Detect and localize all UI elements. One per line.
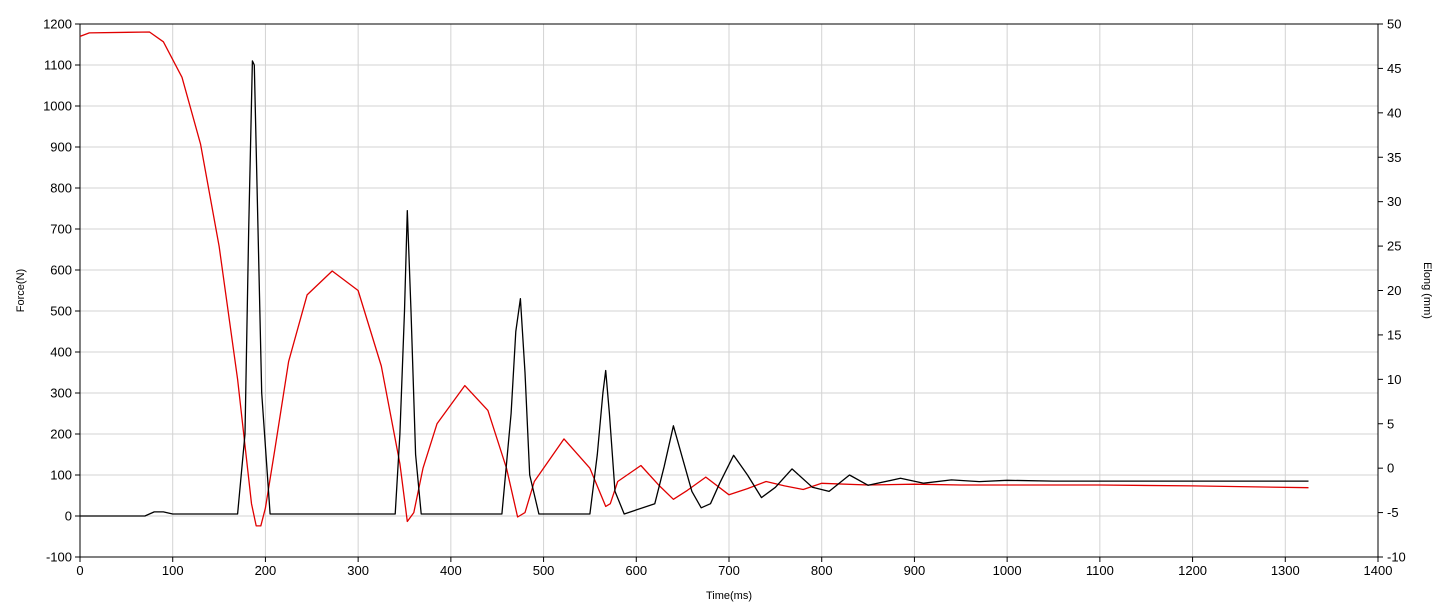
y-tick-label: 900 <box>50 140 72 155</box>
x-tick-label: 800 <box>811 563 833 578</box>
x-tick-label: 1200 <box>1178 563 1207 578</box>
x-axis-label: Time(ms) <box>706 590 752 602</box>
y-tick-label: 0 <box>65 509 72 524</box>
y2-tick-label: -10 <box>1387 550 1406 565</box>
y2-tick-label: 15 <box>1387 327 1401 342</box>
y-tick-label: -100 <box>46 550 72 565</box>
y2-tick-label: -5 <box>1387 505 1399 520</box>
y-tick-label: 700 <box>50 222 72 237</box>
y2-tick-label: 20 <box>1387 283 1401 298</box>
y2-tick-label: 0 <box>1387 461 1394 476</box>
chart-canvas: 0 100 200 300 400 500 600 700 800 900 1000 1100 1200… <box>0 0 1445 608</box>
y2-axis-label: Elong (mm) <box>1421 262 1433 319</box>
x-tick-label: 1100 <box>1086 563 1114 578</box>
x-tick-label: 300 <box>347 563 369 578</box>
y-tick-label: 300 <box>50 386 72 401</box>
y2-tick-label: 5 <box>1387 416 1394 431</box>
x-tick-label: 700 <box>718 563 740 578</box>
y2-tick-label: 40 <box>1387 105 1401 120</box>
y-tick-label: 1100 <box>44 58 72 73</box>
chart-background <box>0 0 1445 608</box>
x-tick-label: 0 <box>76 563 83 578</box>
x-tick-label: 1000 <box>993 563 1022 578</box>
x-tick-label: 200 <box>255 563 277 578</box>
y-tick-label: 1200 <box>43 17 72 32</box>
y2-tick-label: 30 <box>1387 194 1401 209</box>
x-tick-label: 400 <box>440 563 462 578</box>
x-tick-label: 900 <box>904 563 926 578</box>
y2-tick-label: 45 <box>1387 61 1401 76</box>
y-tick-label: 200 <box>50 427 72 442</box>
y-tick-label: 400 <box>50 345 72 360</box>
y-tick-label: 100 <box>50 468 72 483</box>
x-tick-label: 100 <box>162 563 184 578</box>
y2-tick-label: 10 <box>1387 372 1401 387</box>
x-tick-label: 1400 <box>1364 563 1393 578</box>
x-tick-label: 600 <box>625 563 647 578</box>
y-tick-label: 1000 <box>43 99 72 114</box>
y-axis-label: Force(N) <box>15 269 27 312</box>
y-tick-label: 600 <box>50 263 72 278</box>
y2-tick-label: 35 <box>1387 150 1401 165</box>
x-tick-label: 500 <box>533 563 555 578</box>
y2-tick-label: 50 <box>1387 17 1401 32</box>
x-tick-label: 1300 <box>1271 563 1300 578</box>
y2-tick-label: 25 <box>1387 239 1401 254</box>
y-tick-label: 800 <box>50 181 72 196</box>
y-tick-label: 500 <box>50 304 72 319</box>
